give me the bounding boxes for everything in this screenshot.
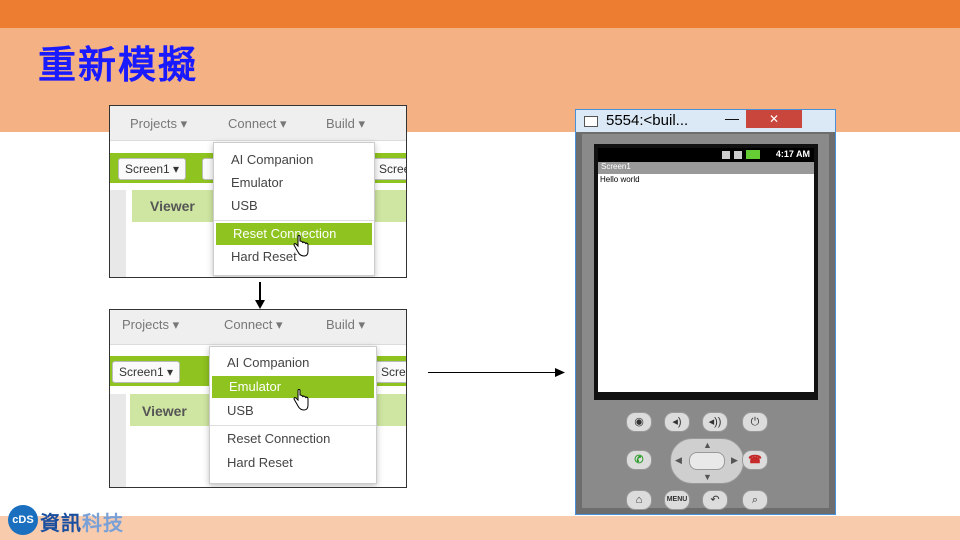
- menu-connect[interactable]: Connect ▾: [228, 116, 287, 132]
- slide-title: 重新模擬: [38, 42, 199, 87]
- search-button[interactable]: ⌕: [742, 490, 768, 510]
- menu-separator: [214, 220, 374, 221]
- left-panel-strip: [110, 394, 126, 487]
- hand-cursor-icon: [293, 389, 309, 411]
- emulator-device-body: 4:17 AM Screen1 Hello world ◉ ◂) ◂)) ⏻ ✆…: [582, 134, 829, 510]
- menu-item-hard-reset[interactable]: Hard Reset: [210, 452, 376, 474]
- screen-button-partial[interactable]: Scre: [374, 361, 406, 383]
- dpad-center-button[interactable]: [689, 452, 725, 470]
- menu-projects[interactable]: Projects ▾: [130, 116, 187, 132]
- arrow-right-head-icon: [555, 368, 565, 377]
- back-button[interactable]: ↶: [702, 490, 728, 510]
- menu-item-reset-connection[interactable]: Reset Connection: [210, 428, 376, 450]
- menu-item-ai-companion[interactable]: AI Companion: [210, 352, 376, 374]
- call-button[interactable]: ✆: [626, 450, 652, 470]
- power-button[interactable]: ⏻: [742, 412, 768, 432]
- screenshot-connect-menu-reset: Projects ▾ Connect ▾ Build ▾ Screen1 ▾ S…: [109, 105, 407, 278]
- android-emulator-window: 5554:<buil... — ✕ 4:17 AM Screen1 Hello …: [575, 109, 836, 515]
- screen-button-partial[interactable]: Scree: [372, 158, 406, 180]
- hello-world-label: Hello world: [600, 175, 640, 184]
- logo-badge: cDS: [8, 505, 38, 535]
- arrow-down-head-icon: [255, 300, 265, 309]
- connect-dropdown: AI Companion Emulator USB Reset Connecti…: [213, 142, 375, 276]
- menu-item-emulator[interactable]: Emulator: [214, 172, 374, 194]
- dpad-left-icon[interactable]: ◀: [675, 455, 682, 466]
- hand-cursor-icon: [293, 235, 309, 257]
- screen-select-button[interactable]: Screen1 ▾: [112, 361, 181, 383]
- network-icon: [734, 151, 742, 159]
- menu-separator: [210, 425, 376, 426]
- volume-down-button[interactable]: ◂): [664, 412, 690, 432]
- app-title: Screen1: [601, 162, 631, 171]
- bottom-accent-band: [0, 516, 960, 540]
- logo-text-accent: 科技: [82, 513, 124, 535]
- viewer-label: Viewer: [150, 198, 195, 214]
- menu-item-usb[interactable]: USB: [214, 195, 374, 217]
- screenshot-connect-menu-emulator: Projects ▾ Connect ▾ Build ▾ Screen1 ▾ S…: [109, 309, 407, 488]
- menu-bar: Projects ▾ Connect ▾ Build ▾: [110, 310, 406, 345]
- end-call-button[interactable]: ☎: [742, 450, 768, 470]
- menu-button[interactable]: MENU: [664, 490, 690, 510]
- screen-select-button[interactable]: Screen1 ▾: [118, 158, 187, 180]
- left-panel-strip: [110, 190, 126, 277]
- volume-up-button[interactable]: ◂)): [702, 412, 728, 432]
- camera-button[interactable]: ◉: [626, 412, 652, 432]
- minimize-button[interactable]: —: [722, 110, 742, 128]
- arrow-down-line: [259, 282, 261, 302]
- menu-build[interactable]: Build ▾: [326, 116, 365, 132]
- logo-text-main: 資訊: [40, 513, 82, 535]
- top-accent-band: [0, 0, 960, 28]
- arrow-right-line: [428, 372, 556, 373]
- dpad-right-icon[interactable]: ▶: [731, 455, 738, 466]
- logo-text: 資訊科技: [40, 507, 124, 536]
- home-button[interactable]: ⌂: [626, 490, 652, 510]
- connect-dropdown: AI Companion Emulator USB Reset Connecti…: [209, 346, 377, 484]
- menu-connect[interactable]: Connect ▾: [224, 317, 283, 333]
- dpad-up-icon[interactable]: ▲: [703, 440, 712, 450]
- dpad[interactable]: ▲ ▼ ◀ ▶: [670, 438, 744, 484]
- status-time: 4:17 AM: [775, 149, 810, 159]
- window-icon: [584, 116, 598, 127]
- menu-item-ai-companion[interactable]: AI Companion: [214, 149, 374, 171]
- device-screen[interactable]: 4:17 AM Screen1 Hello world: [594, 144, 818, 400]
- menu-bar: Projects ▾ Connect ▾ Build ▾: [110, 106, 406, 141]
- viewer-label: Viewer: [142, 403, 187, 419]
- dpad-down-icon[interactable]: ▼: [703, 472, 712, 482]
- battery-icon: [746, 150, 760, 159]
- close-button[interactable]: ✕: [746, 110, 802, 128]
- app-content: Hello world: [598, 174, 814, 392]
- signal-icon: [722, 151, 730, 159]
- android-status-bar: 4:17 AM: [598, 148, 814, 162]
- app-titlebar: Screen1: [598, 162, 814, 174]
- emulator-window-title: 5554:<buil...: [606, 112, 689, 129]
- menu-build[interactable]: Build ▾: [326, 317, 365, 333]
- menu-projects[interactable]: Projects ▾: [122, 317, 179, 333]
- emulator-titlebar: 5554:<buil... — ✕: [576, 110, 835, 132]
